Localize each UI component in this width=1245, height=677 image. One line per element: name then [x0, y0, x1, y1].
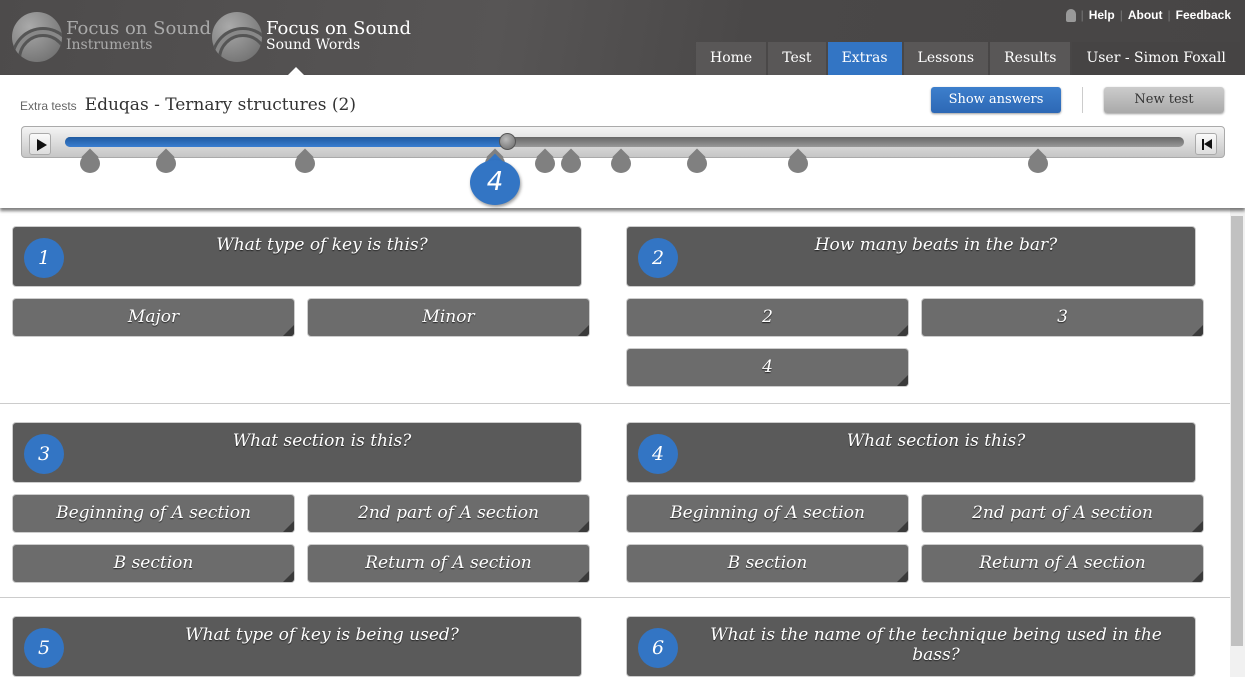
- question-text: How many beats in the bar?: [814, 235, 1058, 255]
- breadcrumb: Extra tests Eduqas - Ternary structures …: [20, 95, 356, 115]
- logo-icon: [12, 12, 62, 62]
- question-header: 3 What section is this?: [12, 422, 582, 483]
- question-text: What type of key is being used?: [185, 625, 459, 645]
- audio-player: [21, 126, 1225, 173]
- logo-sound-words[interactable]: Focus on Sound Sound Words: [212, 12, 411, 62]
- timeline-marker[interactable]: [535, 149, 555, 173]
- timeline-marker[interactable]: [1028, 149, 1048, 173]
- progress-thumb[interactable]: [499, 133, 516, 150]
- answer-button[interactable]: Return of A section: [307, 544, 590, 583]
- question-row: 1 What type of key is this? Major Minor 2 How…: [0, 208, 1230, 404]
- question-row: 3 What section is this? Beginning of A sec…: [0, 404, 1230, 598]
- answer-button[interactable]: 2nd part of A section: [921, 494, 1204, 533]
- timeline-marker[interactable]: [687, 149, 707, 173]
- progress-track[interactable]: [65, 133, 1184, 150]
- answer-button[interactable]: B section: [626, 544, 909, 583]
- question-number: 1: [24, 238, 64, 278]
- question-number: 4: [638, 434, 678, 474]
- timeline-marker[interactable]: [80, 149, 100, 173]
- question-number: 3: [24, 434, 64, 474]
- show-answers-button[interactable]: Show answers: [931, 87, 1061, 113]
- question-number: 2: [638, 238, 678, 278]
- question-number: 5: [24, 628, 64, 668]
- logo-icon: [212, 12, 262, 62]
- question-header: 5 What type of key is being used?: [12, 616, 582, 677]
- question-header: 2 How many beats in the bar?: [626, 226, 1196, 287]
- link-separator: |: [1167, 8, 1171, 22]
- current-marker-label: 4: [486, 167, 504, 197]
- answer-button[interactable]: 2nd part of A section: [307, 494, 590, 533]
- answer-button[interactable]: 4: [626, 348, 909, 387]
- timeline-marker[interactable]: [156, 149, 176, 173]
- question-text: What type of key is this?: [216, 235, 428, 255]
- header: Focus on Sound Instruments Focus on Sound…: [0, 0, 1245, 75]
- answer-button[interactable]: 3: [921, 298, 1204, 337]
- question-number: 6: [638, 628, 678, 668]
- question-header: 4 What section is this?: [626, 422, 1196, 483]
- timeline-marker[interactable]: [611, 149, 631, 173]
- top-links: | Help | About | Feedback: [1065, 8, 1231, 22]
- question-text: What section is this?: [846, 431, 1026, 451]
- link-separator: |: [1119, 8, 1123, 22]
- logo-instruments[interactable]: Focus on Sound Instruments: [12, 12, 211, 62]
- progress-fill: [65, 137, 507, 147]
- answer-button[interactable]: Major: [12, 298, 295, 337]
- question-header: 6 What is the name of the technique being…: [626, 616, 1196, 677]
- question-text: What is the name of the technique being …: [710, 625, 1162, 665]
- tab-results[interactable]: Results: [990, 42, 1071, 75]
- help-link[interactable]: Help: [1089, 8, 1115, 22]
- timeline-marker[interactable]: [561, 149, 581, 173]
- timeline-marker[interactable]: [295, 149, 315, 173]
- bell-icon[interactable]: [1065, 8, 1076, 22]
- current-marker-bubble: 4: [470, 157, 520, 205]
- page-title: Eduqas - Ternary structures (2): [84, 95, 356, 115]
- scrollbar-thumb[interactable]: [1231, 216, 1243, 646]
- section-label: Extra tests: [20, 99, 77, 113]
- questions-area: 1 What type of key is this? Major Minor 2 How…: [0, 208, 1230, 677]
- tab-test[interactable]: Test: [768, 42, 826, 75]
- tab-user[interactable]: User - Simon Foxall: [1072, 42, 1240, 75]
- answer-button[interactable]: 2: [626, 298, 909, 337]
- play-icon[interactable]: [29, 133, 51, 155]
- answer-button[interactable]: Minor: [307, 298, 590, 337]
- answer-button[interactable]: Beginning of A section: [12, 494, 295, 533]
- scrollbar[interactable]: [1230, 208, 1245, 677]
- new-test-button[interactable]: New test: [1104, 87, 1224, 113]
- rewind-icon[interactable]: [1195, 133, 1217, 155]
- question-text: What section is this?: [232, 431, 412, 451]
- answer-button[interactable]: Return of A section: [921, 544, 1204, 583]
- question-row: 5 What type of key is being used? 6 What is…: [0, 598, 1230, 677]
- question-header: 1 What type of key is this?: [12, 226, 582, 287]
- divider: [1082, 87, 1083, 113]
- link-separator: |: [1080, 8, 1084, 22]
- answer-button[interactable]: Beginning of A section: [626, 494, 909, 533]
- tab-home[interactable]: Home: [696, 42, 767, 75]
- answer-button[interactable]: B section: [12, 544, 295, 583]
- timeline-marker[interactable]: [788, 149, 808, 173]
- tab-extras[interactable]: Extras: [827, 42, 902, 75]
- about-link[interactable]: About: [1128, 8, 1163, 22]
- tab-lessons[interactable]: Lessons: [903, 42, 989, 75]
- active-app-caret: [288, 67, 304, 75]
- main-nav: Home Test Extras Lessons Results User - …: [696, 42, 1240, 75]
- test-toolbar: Extra tests Eduqas - Ternary structures …: [0, 75, 1245, 208]
- feedback-link[interactable]: Feedback: [1176, 8, 1231, 22]
